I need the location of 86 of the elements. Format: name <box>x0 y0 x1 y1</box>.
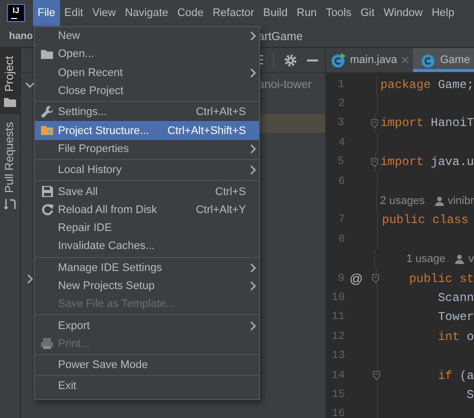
printer-icon <box>40 337 54 350</box>
folder-icon <box>40 124 54 138</box>
close-icon <box>401 56 410 64</box>
person-icon <box>455 254 464 264</box>
line-number: 10 <box>332 292 345 304</box>
refresh-icon <box>40 203 54 216</box>
shortcut-label: Ctrl+Alt+Shift+S <box>167 124 246 137</box>
menu-item[interactable]: Save All Ctrl+S <box>35 182 259 201</box>
line-number: 7 <box>338 214 345 226</box>
code-line: public class <box>382 213 468 228</box>
gutter-marker[interactable]: @ <box>350 271 363 286</box>
line-number: 3 <box>338 117 344 130</box>
floppy-icon <box>40 185 54 198</box>
menu-item[interactable]: Close Project <box>35 82 259 100</box>
line-number: 1 <box>338 78 344 91</box>
menu-item[interactable]: Project Structure... Ctrl+Alt+Shift+S <box>35 121 259 140</box>
menu-item[interactable]: Power Save Mode <box>35 356 259 374</box>
menu-bar-item[interactable]: Window <box>379 0 428 26</box>
menu-item[interactable]: New <box>35 27 259 46</box>
line-number: 2 <box>338 98 345 110</box>
shortcut-label: Ctrl+Alt+Y <box>196 204 246 216</box>
editor-tab[interactable]: main.java <box>326 48 414 72</box>
settings-icon <box>284 54 297 66</box>
usage-hint[interactable]: 1 usage <box>406 253 446 266</box>
line-number: 13 <box>332 350 345 362</box>
tool-window-tab[interactable]: Pull Requests <box>0 114 20 216</box>
line-number: 14 <box>332 370 345 382</box>
code-line: Tower <box>438 310 474 324</box>
line-number: 4 <box>338 136 345 149</box>
breadcrumb-item[interactable]: hano <box>9 31 33 42</box>
line-number: 12 <box>332 330 345 343</box>
menu-item[interactable]: Repair IDE <box>35 218 259 238</box>
pull-request-icon <box>4 198 16 210</box>
menu-item[interactable]: Open... <box>35 45 259 64</box>
menu-bar-item[interactable]: Refactor <box>208 0 259 26</box>
menu-bar-item[interactable]: File <box>33 0 60 26</box>
code-line: Scann <box>438 290 474 305</box>
breadcrumb-item[interactable]: artGame <box>258 30 474 42</box>
menu-item[interactable]: Reload All from Disk Ctrl+Alt+Y <box>35 200 259 219</box>
menu-bar-item[interactable]: Code <box>172 0 208 26</box>
line-number: 16 <box>332 408 345 418</box>
menu-bar-item[interactable]: Build <box>258 0 292 26</box>
menu-bar-item[interactable]: Navigate <box>120 0 173 26</box>
menu-bar-item[interactable]: Edit <box>60 0 88 26</box>
menu-item[interactable]: Invalidate Caches... <box>35 237 259 256</box>
menu-bar-item[interactable]: Run <box>292 0 322 26</box>
folder-icon <box>4 96 16 108</box>
line-number: 15 <box>332 388 345 401</box>
usage-hint[interactable]: 2 usages <box>380 195 425 208</box>
menu-item[interactable]: New Projects Setup <box>35 276 259 296</box>
line-number: 11 <box>332 311 345 324</box>
line-number: 8 <box>338 234 345 246</box>
line-number: 6 <box>338 176 345 188</box>
menu-item[interactable]: Exit <box>35 377 259 396</box>
code-line: import java.u <box>380 155 474 170</box>
author-hint[interactable]: v <box>468 253 474 266</box>
menu-item[interactable]: Manage IDE Settings <box>35 258 259 277</box>
hide-icon <box>307 58 318 62</box>
menu-bar-item[interactable]: View <box>88 0 120 26</box>
wrench-icon <box>40 105 54 120</box>
code-line: if (a <box>438 368 474 383</box>
menu-bar-item[interactable]: Tools <box>321 0 356 26</box>
line-number: 9 <box>338 272 344 285</box>
line-number: 5 <box>338 156 344 168</box>
menu-item[interactable]: Local History <box>35 161 259 180</box>
shortcut-label: Ctrl+S <box>215 186 246 198</box>
code-line: package Game; <box>380 78 474 92</box>
code-line: S <box>466 388 474 402</box>
code-line: import HanoiT <box>380 116 474 130</box>
menu-bar-item[interactable]: Git <box>356 0 380 26</box>
folder-icon <box>40 48 54 61</box>
code-line: public st <box>409 272 474 286</box>
tree-row[interactable] <box>258 114 325 134</box>
menu-item[interactable]: Open Recent <box>35 64 259 82</box>
author-hint[interactable]: vinibr <box>448 195 474 208</box>
tool-window-tab[interactable]: Project <box>0 48 20 114</box>
menu-item[interactable]: Settings... Ctrl+Alt+S <box>35 103 259 122</box>
person-icon <box>434 196 444 206</box>
shortcut-label: Ctrl+Alt+S <box>196 106 246 118</box>
menu-bar-item[interactable]: Help <box>427 0 459 26</box>
code-line: int o <box>438 330 474 344</box>
menu-item[interactable]: Export <box>35 316 259 335</box>
app-logo: IJ <box>8 5 24 21</box>
menu-item[interactable]: File Properties <box>35 140 259 158</box>
editor-tab[interactable]: Game <box>413 48 474 72</box>
tree-row[interactable]: anoi-tower <box>258 75 325 94</box>
